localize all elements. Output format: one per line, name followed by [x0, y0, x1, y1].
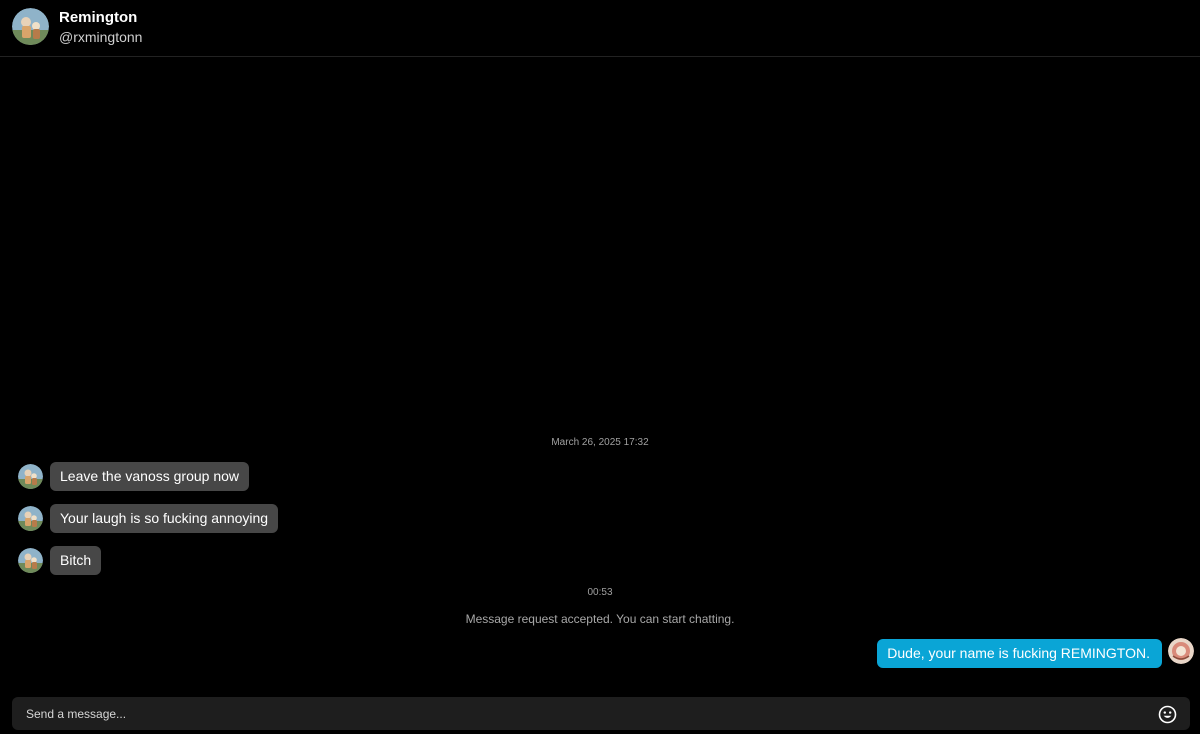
incoming-message-bubble[interactable]: Your laugh is so fucking annoying	[50, 504, 279, 533]
contact-handle[interactable]: @rxmingtonn	[59, 29, 142, 45]
system-note: Message request accepted. You can start …	[465, 612, 735, 626]
my-avatar-icon[interactable]	[1168, 638, 1194, 664]
emoji-icon[interactable]	[1158, 705, 1177, 724]
outgoing-message-bubble[interactable]: Dude, your name is fucking REMINGTON.	[877, 639, 1162, 668]
time-stamp: 00:53	[587, 587, 613, 598]
sender-avatar-icon[interactable]	[18, 464, 43, 489]
sender-avatar-icon[interactable]	[18, 548, 43, 573]
chat-window: Remington @rxmingtonn March 26, 2025 17:…	[0, 0, 1200, 734]
profile-avatar-icon[interactable]	[12, 8, 49, 45]
contact-name[interactable]: Remington	[59, 9, 137, 26]
message-composer	[12, 697, 1190, 730]
message-input[interactable]	[12, 697, 1142, 730]
incoming-message-bubble[interactable]: Bitch	[50, 546, 102, 575]
date-stamp: March 26, 2025 17:32	[551, 437, 649, 448]
chat-header: Remington @rxmingtonn	[0, 0, 1200, 57]
incoming-message-bubble[interactable]: Leave the vanoss group now	[50, 462, 250, 491]
sender-avatar-icon[interactable]	[18, 506, 43, 531]
